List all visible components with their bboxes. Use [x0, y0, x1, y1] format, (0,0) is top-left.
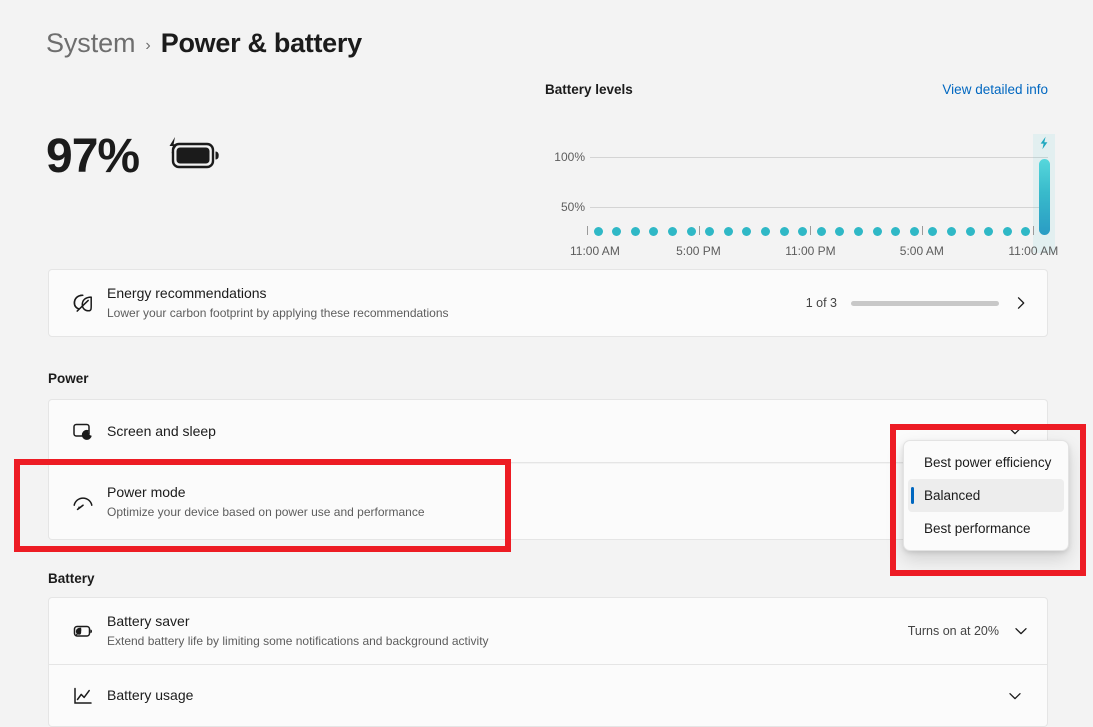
battery-saver-row[interactable]: Battery saver Extend battery life by lim… — [48, 597, 1048, 665]
chart-dot — [965, 226, 975, 236]
battery-usage-icon — [67, 684, 107, 708]
chart-x-tick-label: 11:00 PM — [785, 244, 836, 258]
chart-x-tick-label: 5:00 AM — [899, 244, 944, 258]
breadcrumb-separator-icon: › — [145, 37, 151, 54]
chart-x-tick-label: 5:00 PM — [676, 244, 721, 258]
breadcrumb: System › Power & battery — [46, 28, 362, 59]
chart-dot — [891, 226, 901, 236]
battery-summary: 97% — [46, 133, 219, 181]
energy-recommendations-count: 1 of 3 — [805, 296, 837, 310]
battery-saver-title: Battery saver — [107, 613, 190, 630]
chart-dot — [593, 226, 603, 236]
dropdown-option-label: Best power efficiency — [924, 455, 1052, 470]
chart-dot — [816, 226, 826, 236]
leaf-icon — [67, 291, 107, 315]
energy-recommendations-status: 1 of 3 — [806, 295, 1029, 311]
energy-recommendations-subtitle: Lower your carbon footprint by applying … — [107, 306, 449, 321]
battery-saver-text: Battery saver Extend battery life by lim… — [107, 612, 908, 649]
battery-percent-value: 97% — [46, 130, 140, 183]
chart-bar — [1038, 159, 1050, 235]
power-mode-dropdown[interactable]: Best power efficiency Balanced Best perf… — [903, 440, 1069, 551]
chevron-down-icon[interactable] — [1007, 423, 1023, 439]
view-detailed-info-link[interactable]: View detailed info — [942, 82, 1048, 97]
screen-sleep-icon — [67, 419, 107, 443]
screen-and-sleep-row[interactable]: Screen and sleep — [48, 399, 1048, 463]
battery-saver-subtitle: Extend battery life by limiting some not… — [107, 634, 489, 649]
chart-dot — [667, 226, 677, 236]
chart-header: Battery levels View detailed info — [545, 82, 1048, 97]
battery-usage-title: Battery usage — [107, 687, 194, 703]
section-label-battery: Battery — [48, 571, 95, 586]
lightning-bolt-icon — [1037, 136, 1051, 150]
power-mode-text: Power mode Optimize your device based on… — [107, 483, 1029, 520]
battery-saver-icon — [67, 619, 107, 643]
dropdown-option-best-performance[interactable]: Best performance — [908, 512, 1064, 545]
chart-x-tick — [698, 226, 700, 235]
energy-recommendations-title: Energy recommendations — [107, 285, 267, 302]
power-mode-subtitle: Optimize your device based on power use … — [107, 504, 425, 519]
chart-x-tick — [921, 226, 923, 235]
battery-charging-icon — [161, 135, 219, 180]
chart-dot — [686, 226, 696, 236]
page-title: Power & battery — [160, 28, 362, 58]
section-label-power: Power — [48, 371, 89, 386]
breadcrumb-parent-system[interactable]: System — [46, 28, 136, 59]
chart-dot — [984, 226, 994, 236]
dropdown-option-label: Balanced — [924, 488, 981, 503]
chart-dot — [630, 226, 640, 236]
chart-dot — [723, 226, 733, 236]
battery-saver-status: Turns on at 20% — [908, 623, 1029, 639]
chart-x-tick-label: 11:00 AM — [1008, 244, 1059, 258]
chart-y-tick-50: 50% — [560, 200, 585, 214]
energy-recommendations-text: Energy recommendations Lower your carbon… — [107, 284, 806, 321]
chart-dot — [909, 226, 919, 236]
chart-dot — [798, 226, 808, 236]
chart-title: Battery levels — [545, 82, 633, 97]
power-mode-icon — [67, 490, 107, 514]
chart-gridline-50 — [590, 207, 1048, 208]
energy-recommendations-card[interactable]: Energy recommendations Lower your carbon… — [48, 269, 1048, 337]
screen-and-sleep-title: Screen and sleep — [107, 422, 216, 439]
chart-plot-area: 100% 50% 11:00 AM 5:00 PM 11:00 PM 5:00 AM 1… — [545, 112, 1058, 258]
chart-gridline-100 — [590, 157, 1048, 158]
chart-dot — [760, 226, 770, 236]
chart-x-tick — [1033, 226, 1035, 235]
chart-dot — [853, 226, 863, 236]
battery-levels-chart: Battery levels View detailed info 100% 5… — [545, 82, 1058, 258]
battery-usage-row[interactable]: Battery usage — [48, 665, 1048, 727]
chart-dot — [835, 226, 845, 236]
chart-dot — [946, 226, 956, 236]
chart-x-tick-label: 11:00 AM — [570, 244, 620, 258]
chart-dot — [779, 226, 789, 236]
chart-dot — [872, 226, 882, 236]
chart-dot — [612, 226, 622, 236]
chart-dot — [742, 226, 752, 236]
chevron-down-icon[interactable] — [1007, 688, 1023, 704]
battery-saver-value: Turns on at 20% — [907, 624, 999, 638]
dropdown-option-label: Best performance — [924, 521, 1031, 536]
chart-x-tick — [587, 226, 588, 235]
chart-x-tick — [810, 226, 812, 235]
chart-dot — [1002, 226, 1012, 236]
chart-y-tick-100: 100% — [554, 150, 585, 164]
chevron-right-icon[interactable] — [1013, 295, 1029, 311]
dropdown-option-balanced[interactable]: Balanced — [908, 479, 1064, 512]
chart-dot — [705, 226, 715, 236]
energy-recommendations-progress — [851, 300, 999, 306]
chevron-down-icon[interactable] — [1013, 623, 1029, 639]
power-mode-row[interactable]: Power mode Optimize your device based on… — [48, 464, 1048, 540]
chart-dot — [649, 226, 659, 236]
chart-dot — [928, 226, 938, 236]
power-mode-title: Power mode — [107, 483, 186, 500]
chart-dot — [1021, 226, 1031, 236]
battery-usage-text: Battery usage — [107, 686, 1029, 705]
screen-and-sleep-text: Screen and sleep — [107, 422, 1029, 441]
dropdown-option-best-power-efficiency[interactable]: Best power efficiency — [908, 446, 1064, 479]
